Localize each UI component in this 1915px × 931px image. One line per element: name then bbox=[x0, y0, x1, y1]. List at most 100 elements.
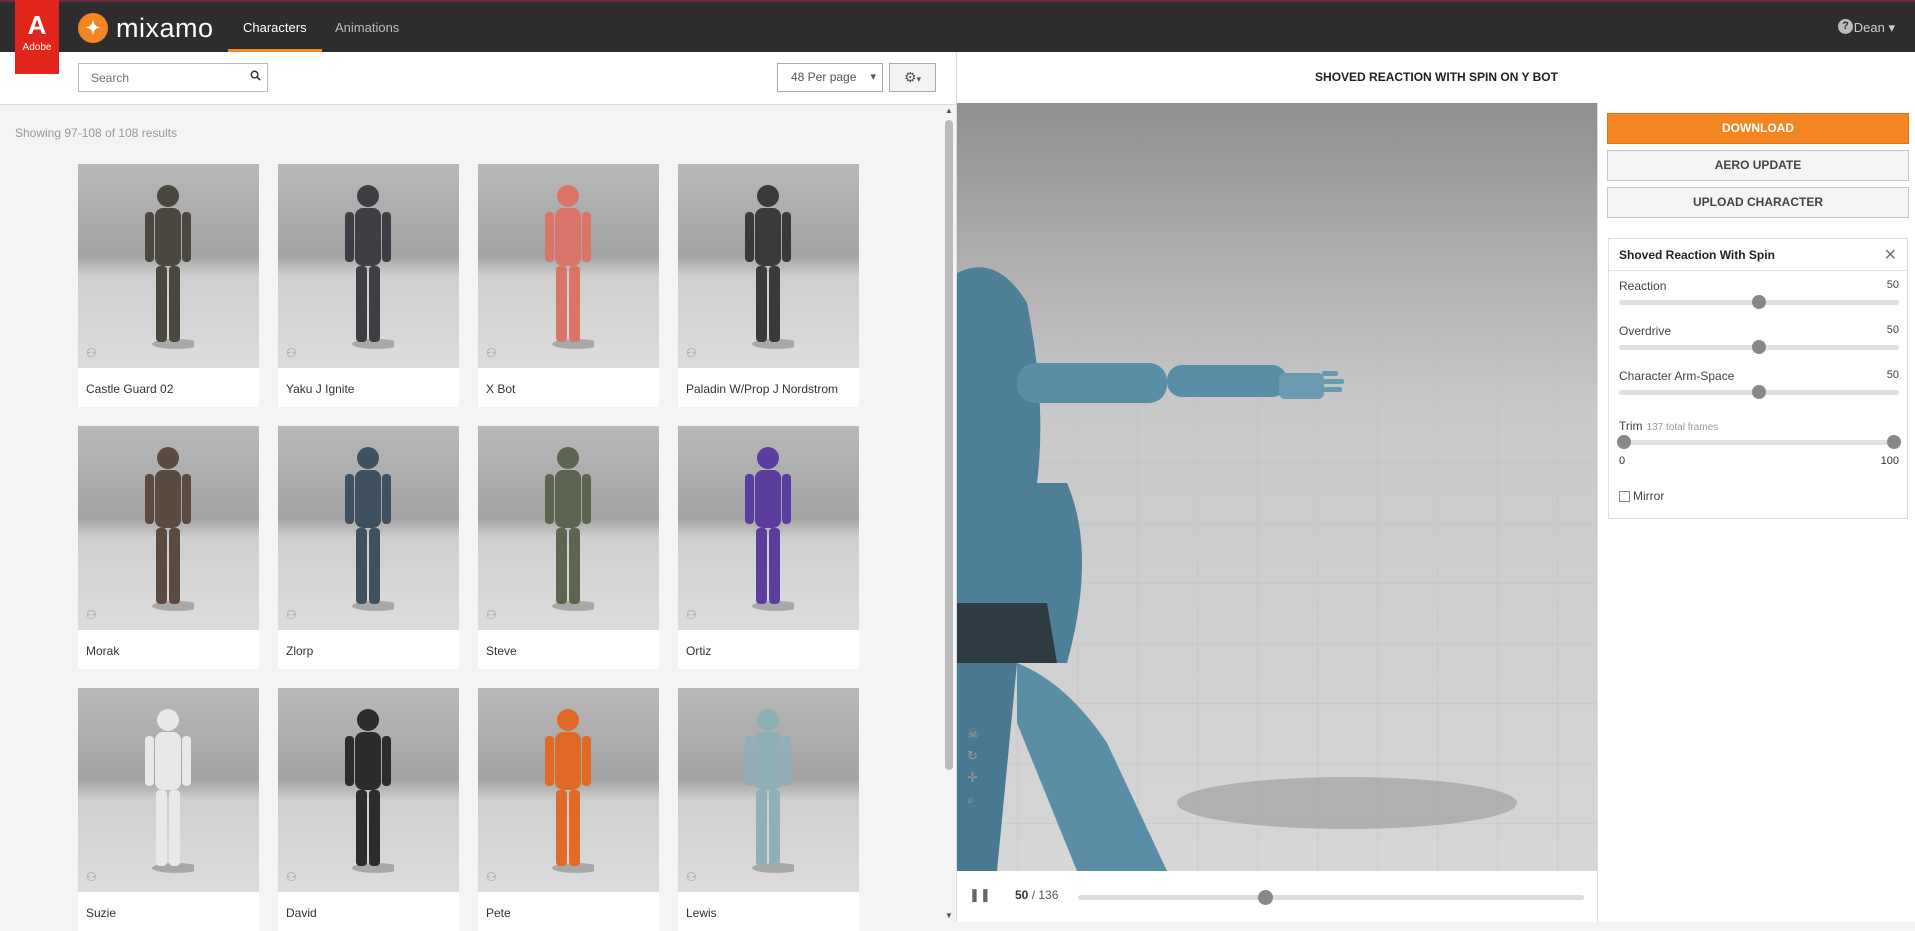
character-name: Castle Guard 02 bbox=[86, 382, 174, 396]
playback-bar: ❚❚ 50 / 136 bbox=[957, 871, 1597, 922]
character-name: Suzie bbox=[86, 906, 117, 920]
settings-dropdown[interactable]: ⚙▾ bbox=[889, 63, 936, 92]
animation-viewer: SHOVED REACTION WITH SPIN ON Y BOT ☠ ↻ ✛… bbox=[956, 52, 1915, 922]
character-card[interactable]: ⚇ Yaku J Ignite bbox=[278, 164, 459, 407]
timeline-handle[interactable] bbox=[1258, 890, 1274, 905]
param-handle[interactable] bbox=[1752, 385, 1766, 399]
results-count: Showing 97-108 of 108 results bbox=[15, 126, 178, 140]
mixamo-logo-icon: ✦ bbox=[78, 13, 108, 43]
param-label: Reaction bbox=[1619, 279, 1667, 293]
character-card[interactable]: ⚇ Steve bbox=[478, 426, 659, 669]
search-box bbox=[78, 63, 268, 92]
adobe-logo[interactable]: A Adobe bbox=[15, 0, 59, 74]
people-icon: ⚇ bbox=[486, 608, 497, 622]
character-figure bbox=[545, 709, 594, 873]
mixamo-logo[interactable]: ✦ mixamo bbox=[78, 12, 214, 44]
per-page-select[interactable]: 48 Per page ▾ bbox=[777, 63, 883, 92]
mirror-label: Mirror bbox=[1633, 489, 1665, 503]
help-icon[interactable]: ? bbox=[1838, 19, 1853, 34]
character-thumbnail: ⚇ bbox=[78, 426, 259, 630]
param-value: 50 bbox=[1886, 324, 1899, 336]
character-figure bbox=[745, 447, 794, 611]
character-thumbnail: ⚇ bbox=[678, 426, 859, 630]
close-icon[interactable]: ✕ bbox=[1884, 245, 1897, 265]
mirror-option[interactable]: Mirror bbox=[1619, 489, 1664, 503]
search-icon[interactable] bbox=[250, 70, 261, 81]
character-card[interactable]: ⚇ Morak bbox=[78, 426, 259, 669]
trim-label: Trim bbox=[1619, 419, 1643, 433]
scroll-down-icon[interactable]: ▼ bbox=[945, 911, 953, 920]
param-slider: Overdrive 50 bbox=[1619, 324, 1899, 354]
param-handle[interactable] bbox=[1752, 295, 1766, 309]
character-thumbnail: ⚇ bbox=[278, 426, 459, 630]
animation-settings-panel: Shoved Reaction With Spin ✕ Reaction 50 Ov… bbox=[1608, 238, 1908, 519]
frame-total: / 136 bbox=[1031, 888, 1059, 902]
rotate-icon[interactable]: ↻ bbox=[967, 745, 979, 767]
character-figure bbox=[745, 185, 794, 349]
trim-track[interactable] bbox=[1617, 435, 1901, 449]
download-button[interactable]: DOWNLOAD bbox=[1607, 113, 1909, 144]
character-card[interactable]: ⚇ David bbox=[278, 688, 459, 931]
search-input[interactable] bbox=[89, 64, 243, 91]
character-name: Yaku J Ignite bbox=[286, 382, 355, 396]
param-handle[interactable] bbox=[1752, 340, 1766, 354]
character-browser: 48 Per page ▾ ⚙▾ Showing 97-108 of 108 r… bbox=[0, 52, 956, 931]
people-icon: ⚇ bbox=[486, 870, 497, 884]
character-name: Paladin W/Prop J Nordstrom bbox=[686, 382, 839, 396]
character-thumbnail: ⚇ bbox=[678, 164, 859, 368]
timeline-track[interactable] bbox=[1078, 890, 1584, 905]
character-card[interactable]: ⚇ Ortiz bbox=[678, 426, 859, 669]
character-card[interactable]: ⚇ Pete bbox=[478, 688, 659, 931]
character-card[interactable]: ⚇ Paladin W/Prop J Nordstrom bbox=[678, 164, 859, 407]
character-name: Ortiz bbox=[686, 644, 712, 658]
tab-characters[interactable]: Characters bbox=[228, 2, 322, 52]
trim-end-handle[interactable] bbox=[1887, 435, 1901, 449]
character-card[interactable]: ⚇ Suzie bbox=[78, 688, 259, 931]
frame-counter: 50 / 136 bbox=[1015, 888, 1058, 902]
skull-icon[interactable]: ☠ bbox=[967, 723, 979, 745]
character-thumbnail: ⚇ bbox=[678, 688, 859, 892]
user-name: Dean bbox=[1853, 20, 1885, 35]
character-thumbnail: ⚇ bbox=[478, 688, 659, 892]
zoom-icon[interactable]: ⌕ bbox=[967, 789, 979, 811]
tab-animations[interactable]: Animations bbox=[320, 2, 414, 52]
scrollbar-thumb[interactable] bbox=[945, 120, 953, 770]
brand-name: mixamo bbox=[116, 12, 214, 43]
character-shadow bbox=[1177, 777, 1517, 829]
trim-start-handle[interactable] bbox=[1617, 435, 1631, 449]
character-figure bbox=[545, 447, 594, 611]
character-figure bbox=[345, 709, 394, 873]
character-thumbnail: ⚇ bbox=[278, 688, 459, 892]
user-menu[interactable]: Dean ▾ bbox=[1854, 20, 1895, 36]
panel-title: Shoved Reaction With Spin bbox=[1619, 248, 1775, 262]
character-card[interactable]: ⚇ Castle Guard 02 bbox=[78, 164, 259, 407]
adobe-a-icon: A bbox=[27, 10, 47, 40]
pause-icon[interactable]: ❚❚ bbox=[969, 887, 991, 903]
aero-update-button[interactable]: AERO UPDATE bbox=[1607, 150, 1909, 181]
character-figure bbox=[145, 447, 194, 611]
scrollbar[interactable]: ▲ ▼ bbox=[944, 104, 954, 922]
people-icon: ⚇ bbox=[686, 870, 697, 884]
character-name: X Bot bbox=[486, 382, 516, 396]
scroll-up-icon[interactable]: ▲ bbox=[945, 106, 953, 115]
character-thumbnail: ⚇ bbox=[78, 688, 259, 892]
trim-min: 0 bbox=[1619, 455, 1626, 467]
character-name: Lewis bbox=[686, 906, 717, 920]
character-figure bbox=[345, 447, 394, 611]
character-card[interactable]: ⚇ Lewis bbox=[678, 688, 859, 931]
param-value: 50 bbox=[1886, 369, 1899, 381]
character-name: Zlorp bbox=[286, 644, 314, 658]
3d-viewport[interactable]: ☠ ↻ ✛ ⌕ bbox=[957, 103, 1597, 871]
param-track[interactable] bbox=[1619, 385, 1899, 399]
trim-max: 100 bbox=[1880, 455, 1899, 467]
mirror-checkbox[interactable] bbox=[1619, 490, 1630, 502]
param-track[interactable] bbox=[1619, 340, 1899, 354]
param-track[interactable] bbox=[1619, 295, 1899, 309]
people-icon: ⚇ bbox=[86, 346, 97, 360]
upload-character-button[interactable]: UPLOAD CHARACTER bbox=[1607, 187, 1909, 218]
viewer-title: SHOVED REACTION WITH SPIN ON Y BOT bbox=[957, 52, 1915, 104]
character-thumbnail: ⚇ bbox=[478, 164, 659, 368]
character-card[interactable]: ⚇ X Bot bbox=[478, 164, 659, 407]
character-card[interactable]: ⚇ Zlorp bbox=[278, 426, 459, 669]
pan-icon[interactable]: ✛ bbox=[967, 767, 979, 789]
